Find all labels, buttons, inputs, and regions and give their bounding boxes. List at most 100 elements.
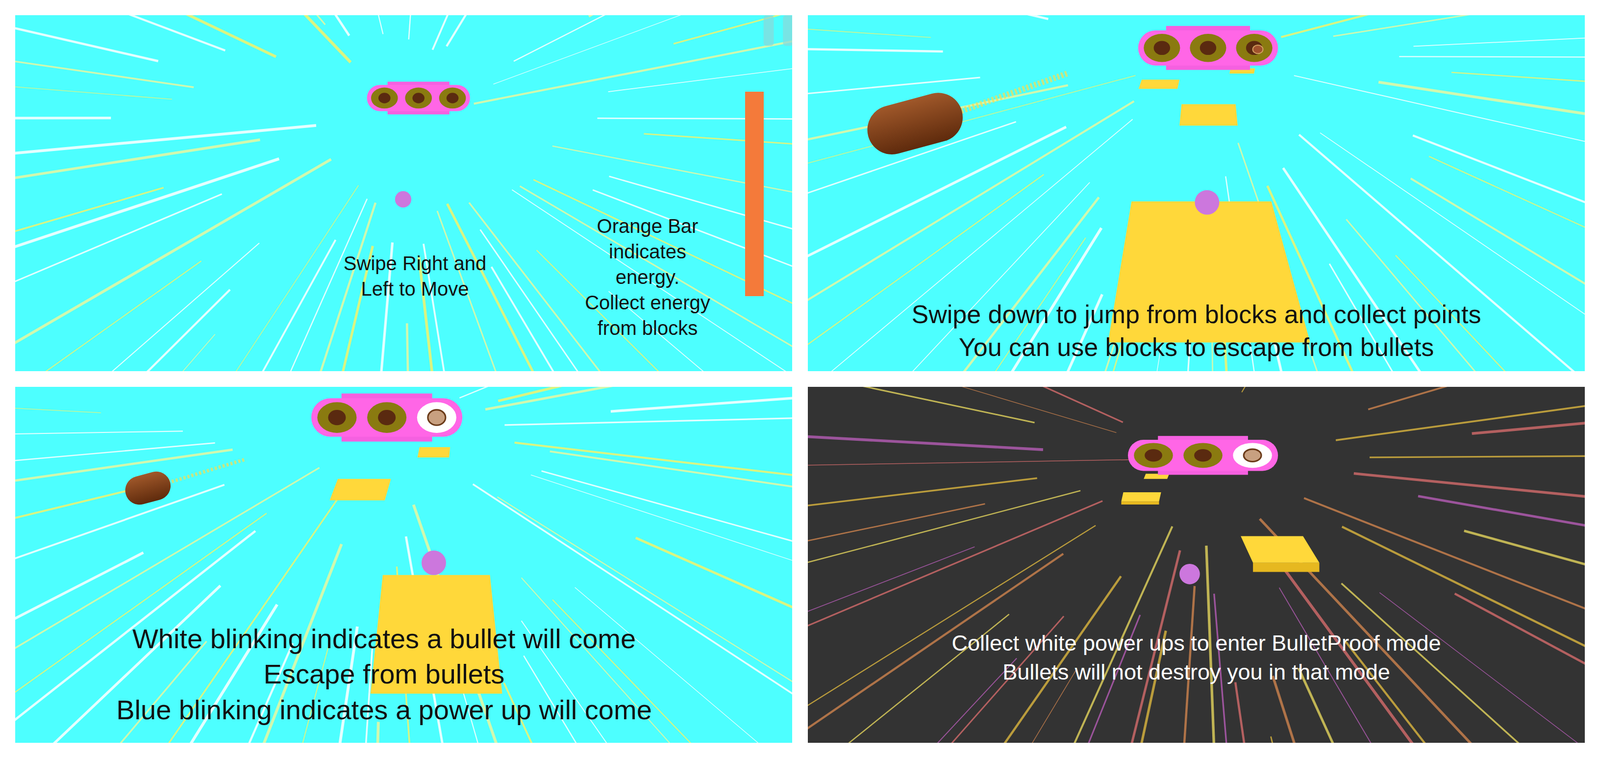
tutorial-panel: White blinking indicates a bullet will c…	[15, 386, 793, 743]
note-line: Collect energy	[584, 289, 711, 316]
speed-line	[1379, 592, 1585, 743]
speed-line	[807, 500, 1103, 743]
move-hint: Swipe Right andLeft to Move	[15, 250, 550, 372]
energy-block	[1138, 79, 1180, 89]
caption-line: Swipe down to jump from blocks and colle…	[911, 298, 1482, 332]
speed-line	[807, 404, 1044, 450]
robot-eye	[317, 401, 357, 433]
robot-eye	[1189, 33, 1226, 62]
speed-line	[406, 323, 422, 372]
speed-line	[807, 121, 1017, 370]
speed-line	[15, 15, 350, 36]
robot-eye	[1133, 442, 1174, 468]
robot-eye	[1183, 442, 1223, 468]
energy-block	[1121, 492, 1161, 505]
player-ball[interactable]	[1194, 190, 1220, 215]
speed-line	[1472, 386, 1585, 434]
hint-line: Left to Move	[360, 275, 469, 302]
speed-line	[550, 451, 793, 568]
speed-line	[608, 15, 793, 92]
caption-overlay: White blinking indicates a bullet will c…	[15, 386, 793, 743]
shooter-robot	[311, 393, 463, 442]
speed-line	[15, 643, 293, 743]
speed-line	[15, 15, 194, 88]
speed-line	[1272, 675, 1500, 743]
speed-line	[437, 210, 736, 372]
energy-block	[329, 478, 391, 501]
speed-line	[1241, 386, 1585, 393]
caption-overlay: Collect white power ups to enter BulletP…	[807, 386, 1585, 743]
caption: Collect white power ups to enter BulletP…	[951, 628, 1441, 743]
speed-line	[807, 15, 931, 38]
speed-line	[1418, 496, 1585, 626]
tutorial-panel: Collect white power ups to enter BulletP…	[807, 386, 1585, 743]
speed-line	[1454, 593, 1585, 743]
speed-line	[15, 15, 325, 25]
energy-block	[417, 447, 451, 458]
speed-line	[15, 449, 233, 564]
energy-block	[1179, 104, 1238, 126]
speed-line	[1270, 736, 1434, 743]
robot-eye	[1143, 33, 1180, 62]
tutorial-panel: Swipe Right andLeft to MoveOrange Barind…	[15, 15, 793, 372]
speed-line	[807, 39, 944, 52]
speed-line	[459, 386, 793, 399]
speed-line	[807, 15, 1049, 20]
player-ball[interactable]	[395, 191, 412, 208]
speed-line	[432, 15, 790, 50]
note-line: indicates	[608, 238, 687, 265]
speed-line	[419, 256, 513, 372]
caption-line: Blue blinking indicates a power up will …	[116, 692, 652, 728]
energy-note: Orange Barindicatesenergy.Collect energy…	[574, 213, 722, 372]
speed-line	[1333, 15, 1585, 37]
speed-line	[15, 158, 279, 372]
robot-eye	[417, 401, 457, 433]
shooter-robot	[367, 81, 471, 115]
player-ball[interactable]	[1179, 563, 1200, 585]
player-ball[interactable]	[421, 550, 447, 575]
pause-icon[interactable]	[763, 15, 793, 47]
energy-block	[1240, 536, 1320, 573]
bullet	[122, 459, 246, 508]
speed-line	[469, 202, 793, 372]
speed-line	[807, 75, 1136, 307]
speed-line	[15, 641, 207, 743]
speed-line	[15, 15, 159, 62]
caption-line: Escape from bullets	[263, 656, 505, 693]
speed-line	[15, 334, 216, 372]
speed-line	[15, 430, 183, 444]
speed-line	[1345, 640, 1585, 743]
speed-line	[15, 118, 111, 120]
speed-line	[635, 537, 793, 743]
speed-line	[15, 15, 351, 63]
robot-eye	[439, 87, 467, 109]
speed-line	[1280, 15, 1585, 38]
speed-line	[609, 176, 793, 372]
speed-line	[807, 386, 1124, 423]
caption: White blinking indicates a bullet will c…	[116, 621, 692, 743]
speed-line	[103, 202, 376, 372]
shooter-robot	[1127, 435, 1278, 475]
speed-line	[136, 641, 330, 743]
speed-line	[1413, 15, 1585, 47]
speed-line	[1369, 452, 1585, 458]
caption-line: White blinking indicates a bullet will c…	[132, 621, 636, 657]
speed-line	[1353, 473, 1585, 555]
speed-line	[1303, 498, 1585, 743]
speed-line	[15, 194, 223, 372]
speed-line	[807, 85, 1069, 254]
speed-line	[1378, 82, 1585, 203]
caption-line: Collect white power ups to enter BulletP…	[951, 628, 1441, 658]
speed-line	[15, 187, 164, 372]
robot-eye	[404, 87, 432, 109]
speed-line	[15, 139, 260, 267]
speed-line	[807, 459, 1132, 475]
speed-line	[474, 15, 793, 104]
speed-line	[1428, 156, 1585, 372]
hint-line: Swipe Right and	[343, 250, 487, 276]
speed-line	[1235, 681, 1343, 743]
energy-bar	[745, 91, 764, 297]
speed-line	[807, 546, 975, 743]
speed-line	[1368, 386, 1585, 410]
robot-eye	[367, 401, 407, 433]
